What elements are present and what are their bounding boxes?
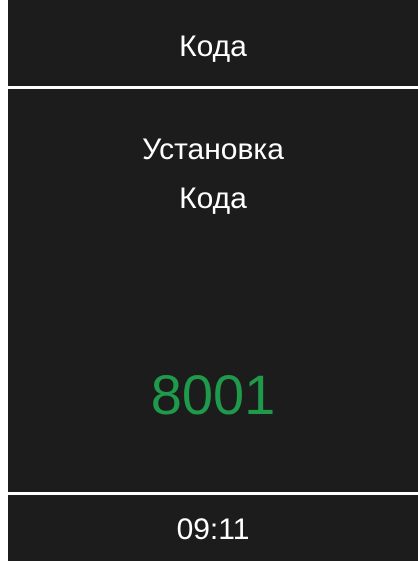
footer-divider xyxy=(8,492,418,495)
device-screen: Кода Установка Кода 8001 09:11 xyxy=(8,0,418,561)
clock-time: 09:11 xyxy=(176,513,250,546)
message-line-2: Кода xyxy=(179,182,247,215)
code-value: 8001 xyxy=(150,363,276,426)
screen-title: Кода xyxy=(179,30,247,63)
header: Кода xyxy=(8,0,418,86)
message-line-1: Установка xyxy=(142,133,284,166)
header-divider xyxy=(8,86,418,89)
